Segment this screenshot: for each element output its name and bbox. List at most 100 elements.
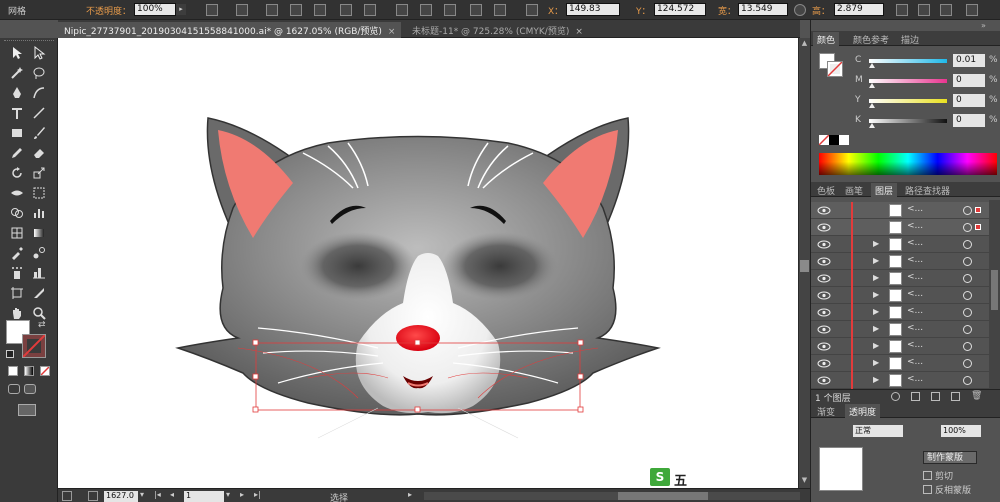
default-colors-icon[interactable]	[6, 350, 14, 358]
scrollbar-thumb[interactable]	[800, 260, 809, 272]
new-layer-icon[interactable]	[951, 392, 960, 401]
height-field[interactable]: 2.879	[834, 3, 884, 16]
shape-builder-tool-icon[interactable]	[10, 206, 24, 220]
distribute-top-icon[interactable]	[396, 4, 408, 16]
stroke-swatch[interactable]	[22, 334, 46, 358]
recolor-icon[interactable]	[206, 4, 218, 16]
eye-icon[interactable]	[817, 308, 831, 317]
vertical-scrollbar[interactable]: ▲ ▼	[798, 38, 810, 488]
mask-thumbnail[interactable]	[819, 447, 863, 491]
delete-layer-icon[interactable]: 🗑	[971, 391, 982, 401]
none-mode-icon[interactable]	[40, 366, 50, 376]
slice-tool-icon[interactable]	[32, 286, 46, 300]
target-icon[interactable]	[963, 325, 972, 334]
slider-magenta[interactable]: M 0 %	[855, 74, 1000, 89]
status-arrow-icon[interactable]: ▸	[408, 490, 412, 499]
flip-icon[interactable]	[918, 4, 930, 16]
layer-row[interactable]: ▶ <...	[811, 253, 989, 270]
eraser-tool-icon[interactable]	[32, 146, 46, 160]
target-icon[interactable]	[963, 240, 972, 249]
layer-name[interactable]: <...	[907, 238, 923, 248]
width-tool-icon[interactable]	[10, 186, 24, 200]
draw-normal-icon[interactable]	[8, 384, 20, 394]
line-tool-icon[interactable]	[32, 106, 46, 120]
rotate-tool-icon[interactable]	[10, 166, 24, 180]
target-icon[interactable]	[963, 257, 972, 266]
zoom-dropdown-icon[interactable]: ▾	[140, 490, 144, 499]
white-swatch[interactable]	[839, 135, 849, 145]
selection-indicator-icon[interactable]	[975, 207, 981, 213]
mesh-tool-icon[interactable]	[10, 226, 24, 240]
expand-arrow-icon[interactable]: ▶	[873, 307, 879, 316]
slider-black[interactable]: K 0 %	[855, 114, 1000, 129]
constrain-link-icon[interactable]	[794, 4, 806, 16]
distribute-middle-icon[interactable]	[420, 4, 432, 16]
cyan-field[interactable]: 0.01	[953, 54, 985, 67]
scroll-down-icon[interactable]: ▼	[800, 476, 809, 485]
layer-name[interactable]: <...	[907, 306, 923, 316]
blend-mode-select[interactable]: 正常	[853, 425, 903, 437]
layer-row[interactable]: ▶ <...	[811, 287, 989, 304]
tab-document-1[interactable]: Nipic_27737901_20190304151558841000.ai* …	[58, 22, 402, 38]
cyan-bar[interactable]	[869, 59, 947, 63]
slider-cyan[interactable]: C 0.01 %	[855, 54, 1000, 69]
transparency-opacity-field[interactable]: 100%	[941, 425, 981, 437]
expand-arrow-icon[interactable]: ▶	[873, 375, 879, 384]
horizontal-scroll-thumb[interactable]	[618, 492, 708, 500]
paintbrush-tool-icon[interactable]	[32, 126, 46, 140]
layer-name[interactable]: <...	[907, 272, 923, 282]
align-to-icon[interactable]	[236, 4, 248, 16]
distribute-right-icon[interactable]	[494, 4, 506, 16]
color-spectrum[interactable]	[819, 153, 997, 175]
make-clipping-mask-icon[interactable]	[911, 392, 920, 401]
y-field[interactable]: 124.572	[654, 3, 706, 16]
expand-arrow-icon[interactable]: ▶	[873, 324, 879, 333]
artboard-field[interactable]: 1	[184, 491, 224, 502]
target-icon[interactable]	[963, 359, 972, 368]
transform-icon[interactable]	[896, 4, 908, 16]
close-icon[interactable]: ×	[388, 27, 396, 37]
slider-yellow[interactable]: Y 0 %	[855, 94, 1000, 109]
eye-icon[interactable]	[817, 291, 831, 300]
eyedropper-tool-icon[interactable]	[10, 246, 24, 260]
layer-row[interactable]: <...	[811, 219, 989, 236]
zoom-tool-icon[interactable]	[32, 306, 46, 320]
eye-icon[interactable]	[817, 325, 831, 334]
eye-icon[interactable]	[817, 257, 831, 266]
close-icon[interactable]: ×	[575, 27, 583, 37]
rectangle-tool-icon[interactable]	[10, 126, 24, 140]
artboard-dropdown-icon[interactable]: ▾	[226, 490, 230, 499]
tab-swatches[interactable]: 色板	[813, 183, 839, 197]
layer-name[interactable]: <...	[907, 357, 923, 367]
distribute-left-icon[interactable]	[470, 4, 482, 16]
eye-icon[interactable]	[817, 206, 831, 215]
scroll-up-icon[interactable]: ▲	[800, 39, 809, 48]
color-mode-icon[interactable]	[8, 366, 18, 376]
column-graph-tool-icon[interactable]	[32, 266, 46, 280]
layer-name[interactable]: <...	[907, 289, 923, 299]
magenta-bar[interactable]	[869, 79, 947, 83]
cyan-knob-icon[interactable]	[869, 63, 875, 68]
align-right-icon[interactable]	[314, 4, 326, 16]
black-swatch[interactable]	[829, 135, 839, 145]
make-mask-button[interactable]: 制作蒙版	[923, 451, 977, 464]
black-field[interactable]: 0	[953, 114, 985, 127]
layer-name[interactable]: <...	[907, 374, 923, 384]
target-icon[interactable]	[963, 342, 972, 351]
invert-mask-checkbox[interactable]	[923, 485, 932, 494]
layer-row[interactable]: ▶ <...	[811, 270, 989, 287]
gradient-mode-icon[interactable]	[24, 366, 34, 376]
target-icon[interactable]	[963, 308, 972, 317]
width-field[interactable]: 13.549	[738, 3, 788, 16]
align-center-icon[interactable]	[290, 4, 302, 16]
none-swatch[interactable]	[818, 134, 830, 146]
panel-collapse-icon[interactable]: »	[981, 21, 986, 30]
layer-name[interactable]: <...	[907, 221, 923, 231]
selection-indicator-icon[interactable]	[975, 224, 981, 230]
screen-mode-icon[interactable]	[18, 404, 36, 416]
expand-arrow-icon[interactable]: ▶	[873, 239, 879, 248]
expand-arrow-icon[interactable]: ▶	[873, 341, 879, 350]
eye-icon[interactable]	[817, 274, 831, 283]
eye-icon[interactable]	[817, 223, 831, 232]
black-knob-icon[interactable]	[869, 123, 875, 128]
